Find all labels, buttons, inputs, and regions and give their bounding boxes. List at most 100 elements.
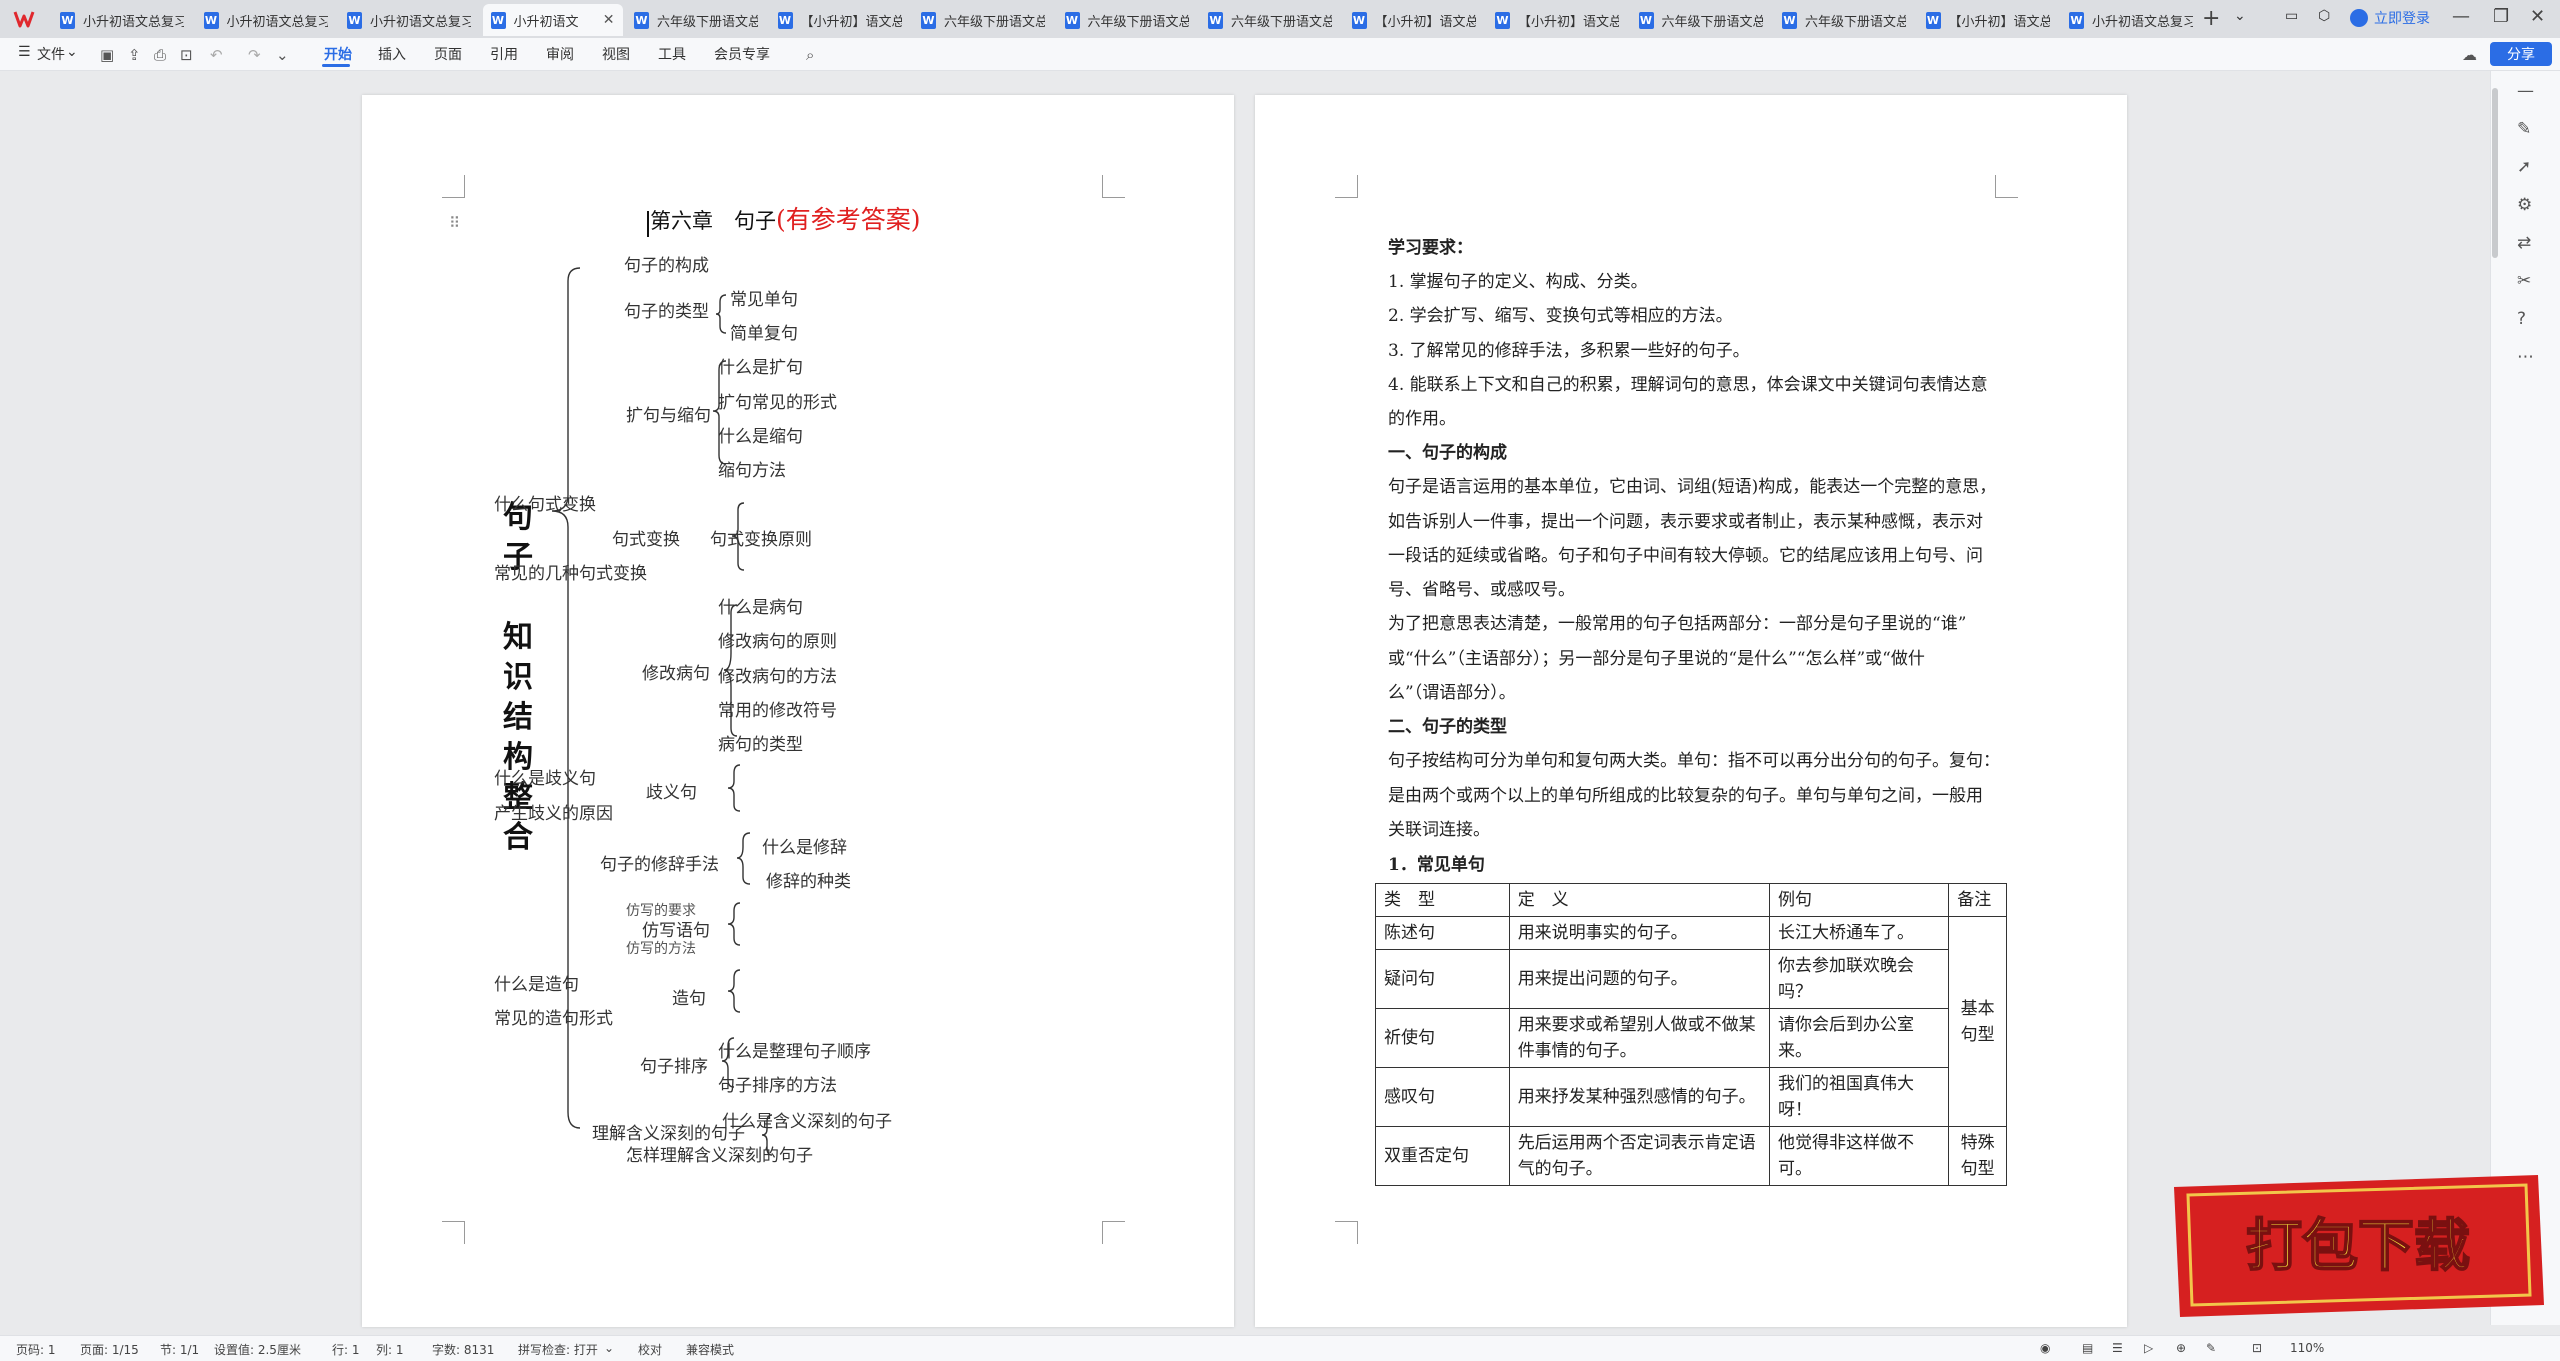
paragraph-line: 一段话的延续或省略。句子和句子中间有较大停顿。它的结尾应该用上句号、问 (1388, 546, 1983, 566)
page-view-icon[interactable]: ▤ (2082, 1341, 2093, 1355)
menu-page[interactable]: 页面 (434, 44, 462, 64)
login-button[interactable]: 立即登录 (2350, 8, 2430, 28)
status-setting-value[interactable]: 设置值: 2.5厘米 (214, 1341, 301, 1358)
mind-map-node: 句式变换原则 (710, 530, 812, 550)
eye-protect-icon[interactable]: ◉ (2040, 1341, 2050, 1355)
status-compat-mode[interactable]: 兼容模式 (686, 1341, 734, 1358)
play-icon[interactable]: ▷ (2144, 1341, 2153, 1355)
save-icon[interactable]: ▣ (100, 46, 114, 64)
hamburger-icon[interactable]: ☰ (18, 44, 31, 60)
close-tab-icon[interactable]: ✕ (603, 12, 615, 28)
document-tab[interactable]: W 【小升初】语文总 (1487, 4, 1627, 36)
document-tab[interactable]: W 六年级下册语文总 (1057, 4, 1197, 36)
tools-icon[interactable]: ✂ (2517, 271, 2531, 291)
add-tab-button[interactable]: + (2202, 6, 2220, 31)
document-tab[interactable]: W 六年级下册语文总 (1631, 4, 1771, 36)
tab-label: 【小升初】语文总 (1518, 14, 1619, 30)
adjust-icon[interactable]: ⚙ (2517, 195, 2532, 215)
chevron-down-icon[interactable]: ⌄ (604, 1341, 614, 1355)
status-spell-check[interactable]: 拼写检查: 打开 (518, 1341, 598, 1358)
pen-icon[interactable]: ✎ (2517, 119, 2531, 139)
window-layout-icon[interactable]: ▭ (2285, 8, 2298, 24)
document-tab[interactable]: W 【小升初】语文总 (1918, 4, 2058, 36)
status-word-count[interactable]: 字数: 8131 (432, 1341, 494, 1358)
download-promo-stamp[interactable]: 打包下载 (2160, 1165, 2550, 1325)
status-page-number[interactable]: 页码: 1 (16, 1341, 56, 1358)
tab-list-icon[interactable]: ⌄ (2234, 8, 2246, 24)
menu-bar: ☰ 文件 ⌄ ▣ ⇪ ⎙ ⊡ ↶ ↷ ⌄ 开始 插入 页面 引用 审阅 视图 工… (0, 38, 2560, 71)
outline-view-icon[interactable]: ☰ (2112, 1341, 2123, 1355)
file-menu[interactable]: 文件 (37, 44, 65, 64)
menu-home[interactable]: 开始 (324, 44, 352, 64)
menu-tools[interactable]: 工具 (658, 44, 686, 64)
status-row[interactable]: 行: 1 (332, 1341, 360, 1358)
status-section[interactable]: 节: 1/1 (160, 1341, 199, 1358)
page-corner-mark (1335, 175, 1358, 198)
print-icon[interactable]: ⎙ (154, 46, 166, 64)
vertical-title-char: 结 (503, 700, 533, 735)
share-button[interactable]: 分享 (2490, 42, 2552, 66)
tab-label: 六年级下册语文总 (657, 14, 758, 30)
paragraph-line: 句子是语言运用的基本单位，它由词、词组(短语)构成，能表达一个完整的意思， (1388, 477, 1997, 497)
document-tab[interactable]: W 小升初语文总复习 (52, 4, 192, 36)
document-tab[interactable]: W 六年级下册语文总 (1774, 4, 1914, 36)
translate-icon[interactable]: ⇄ (2517, 233, 2531, 253)
help-icon[interactable]: ? (2517, 309, 2526, 329)
close-window-icon[interactable]: ✕ (2530, 6, 2545, 27)
document-tab[interactable]: W 小升初语文总复习 (339, 4, 479, 36)
requirement-item: 3. 了解常见的修辞手法，多积累一些好的句子。 (1388, 341, 1750, 361)
more-chevron-icon[interactable]: ⌄ (276, 46, 289, 64)
collapse-icon[interactable]: — (2517, 81, 2534, 101)
table-cell-note: 基本句型 (1948, 916, 2007, 1127)
chevron-down-icon[interactable]: ⌄ (66, 44, 78, 60)
export-icon[interactable]: ⇪ (128, 46, 141, 64)
tab-label: 六年级下册语文总 (944, 14, 1045, 30)
menu-member[interactable]: 会员专享 (714, 44, 770, 64)
minimize-icon[interactable]: — (2452, 6, 2470, 27)
vertical-scrollbar[interactable] (2492, 88, 2498, 258)
table-row: 祈使句 用来要求或希望别人做或不做某件事情的句子。 请你会后到办公室来。 (1375, 1008, 2007, 1068)
menu-review[interactable]: 审阅 (546, 44, 574, 64)
word-doc-icon: W (1495, 11, 1510, 29)
document-tab[interactable]: W 【小升初】语文总 (1344, 4, 1484, 36)
menu-insert[interactable]: 插入 (378, 44, 406, 64)
wps-logo-icon[interactable] (12, 7, 36, 31)
redo-icon[interactable]: ↷ (248, 46, 261, 64)
web-view-icon[interactable]: ⊕ (2176, 1341, 2186, 1355)
mind-map-node: 什么是缩句 (718, 427, 803, 447)
print-preview-icon[interactable]: ⊡ (180, 46, 193, 64)
document-tab[interactable]: W 小升初语文总复习 (196, 4, 336, 36)
vertical-title-char: 知 (503, 620, 533, 655)
word-doc-icon: W (60, 11, 75, 29)
document-tab[interactable]: W 六年级下册语文总 (626, 4, 766, 36)
more-icon[interactable]: ⋯ (2517, 347, 2534, 367)
table-cell-definition: 用来提出问题的句子。 (1508, 949, 1770, 1009)
menu-reference[interactable]: 引用 (490, 44, 518, 64)
table-cell-definition: 用来要求或希望别人做或不做某件事情的句子。 (1508, 1008, 1770, 1068)
login-label: 立即登录 (2374, 11, 2430, 27)
undo-icon[interactable]: ↶ (210, 46, 223, 64)
tab-label: 小升初语文总复习 (83, 14, 184, 30)
restore-icon[interactable]: ❐ (2493, 6, 2509, 27)
active-tab-indicator (322, 64, 350, 67)
status-pages[interactable]: 页面: 1/15 (80, 1341, 139, 1358)
zoom-level[interactable]: 110% (2290, 1341, 2324, 1355)
status-proofread[interactable]: 校对 (638, 1341, 662, 1358)
table-cell-definition: 先后运用两个否定词表示肯定语气的句子。 (1508, 1126, 1770, 1186)
cube-icon[interactable]: ⬡ (2318, 8, 2330, 24)
document-tab[interactable]: W 【小升初】语文总 (770, 4, 910, 36)
edit-mode-icon[interactable]: ✎ (2206, 1341, 2216, 1355)
status-column[interactable]: 列: 1 (376, 1341, 404, 1358)
menu-view[interactable]: 视图 (602, 44, 630, 64)
status-bar: 页码: 1 页面: 1/15 节: 1/1 设置值: 2.5厘米 行: 1 列:… (0, 1335, 2560, 1361)
document-tab[interactable]: W 六年级下册语文总 (1200, 4, 1340, 36)
select-cursor-icon[interactable]: ➚ (2517, 157, 2531, 177)
fit-page-icon[interactable]: ⊡ (2252, 1341, 2262, 1355)
document-tab-active[interactable]: W 小升初语文 ✕ (482, 4, 623, 36)
cloud-icon[interactable]: ☁ (2462, 46, 2477, 64)
table-cell-example: 我们的祖国真伟大呀！ (1768, 1067, 1950, 1127)
document-tab[interactable]: W 六年级下册语文总 (913, 4, 1053, 36)
word-doc-icon: W (347, 11, 362, 29)
search-icon[interactable]: ⌕ (806, 46, 814, 64)
document-tab[interactable]: W 小升初语文总复习 (2061, 4, 2201, 36)
